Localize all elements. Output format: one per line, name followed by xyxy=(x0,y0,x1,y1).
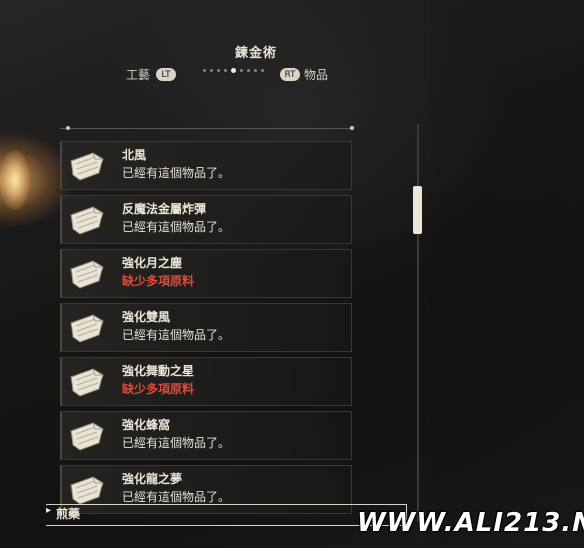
page-indicator xyxy=(203,68,264,73)
recipe-status: 已經有這個物品了。 xyxy=(122,166,231,180)
recipe-name: 強化蜂窩 xyxy=(122,418,171,432)
recipe-list: 北風 已經有這個物品了。 反魔法金屬炸彈 已經有這個物品了。 強化月之塵 缺少多項原料… xyxy=(60,126,354,519)
page-dot xyxy=(224,69,227,72)
recipe-scroll-icon xyxy=(68,257,106,291)
tab-crafting[interactable]: 工藝 LT xyxy=(126,66,177,83)
category-header[interactable] xyxy=(46,504,407,526)
recipe-item[interactable]: 反魔法金屬炸彈已經有這個物品了。 xyxy=(60,195,352,244)
recipe-name: 強化月之塵 xyxy=(122,256,183,270)
item-details-panel xyxy=(430,0,584,548)
tab-crafting-label: 工藝 xyxy=(126,68,151,82)
recipe-item[interactable]: 強化舞動之星 缺少多項原料 xyxy=(60,357,352,406)
page-dot xyxy=(203,69,206,72)
recipe-status: 已經有這個物品了。 xyxy=(122,490,231,504)
rt-button-icon: RT xyxy=(280,68,300,81)
recipe-status: 已經有這個物品了。 xyxy=(122,220,231,234)
scrollbar-track[interactable] xyxy=(417,124,419,522)
recipe-name: 北風 xyxy=(122,148,147,162)
list-top-divider xyxy=(60,126,354,135)
recipe-name: 強化舞動之星 xyxy=(122,364,195,378)
category-expand-icon: ▸ xyxy=(46,505,52,516)
recipe-item[interactable]: 強化月之塵缺少多項原料 xyxy=(60,249,352,298)
watermark: WWW.ALI213.NET xyxy=(357,508,584,538)
page-dot xyxy=(247,69,250,72)
recipe-scroll-icon xyxy=(68,473,106,507)
recipe-item[interactable]: 北風已經有這個物品了。 xyxy=(60,141,352,190)
page-dot xyxy=(254,69,257,72)
recipe-name: 反魔法金屬炸彈 xyxy=(122,202,207,216)
page-dot-active xyxy=(231,68,236,73)
recipe-item[interactable]: 強化雙風已經有這個物品了。 xyxy=(60,303,352,352)
game-screen: 鍊金術 工藝 LT RT 物品 北風 已經有這個物品了。 反魔法金屬炸彈 已經有這個… xyxy=(0,0,584,548)
recipe-scroll-icon xyxy=(68,203,106,237)
screen-glare xyxy=(0,150,30,210)
lt-button-icon: LT xyxy=(156,68,177,81)
scrollbar-thumb[interactable] xyxy=(413,186,422,234)
menu-title: 鍊金術 xyxy=(234,46,277,61)
tab-items[interactable]: RT 物品 xyxy=(280,66,328,83)
recipe-name: 強化龍之夢 xyxy=(122,472,183,486)
page-dot xyxy=(217,69,220,72)
page-dot xyxy=(261,69,264,72)
recipe-status: 已經有這個物品了。 xyxy=(122,436,231,450)
recipe-name: 強化雙風 xyxy=(122,310,171,324)
recipe-item[interactable]: 強化蜂窩已經有這個物品了。 xyxy=(60,411,352,460)
recipe-status: 缺少多項原料 xyxy=(122,274,195,288)
recipe-scroll-icon xyxy=(68,419,106,453)
category-label: 煎藥 xyxy=(56,507,81,521)
recipe-scroll-icon xyxy=(68,311,106,345)
recipe-status: 已經有這個物品了。 xyxy=(122,328,231,342)
recipe-status: 缺少多項原料 xyxy=(122,382,195,396)
recipe-scroll-icon xyxy=(68,365,106,399)
page-dot xyxy=(210,69,213,72)
recipe-scroll-icon xyxy=(68,149,106,183)
page-dot xyxy=(240,69,243,72)
tab-items-label: 物品 xyxy=(304,68,329,82)
